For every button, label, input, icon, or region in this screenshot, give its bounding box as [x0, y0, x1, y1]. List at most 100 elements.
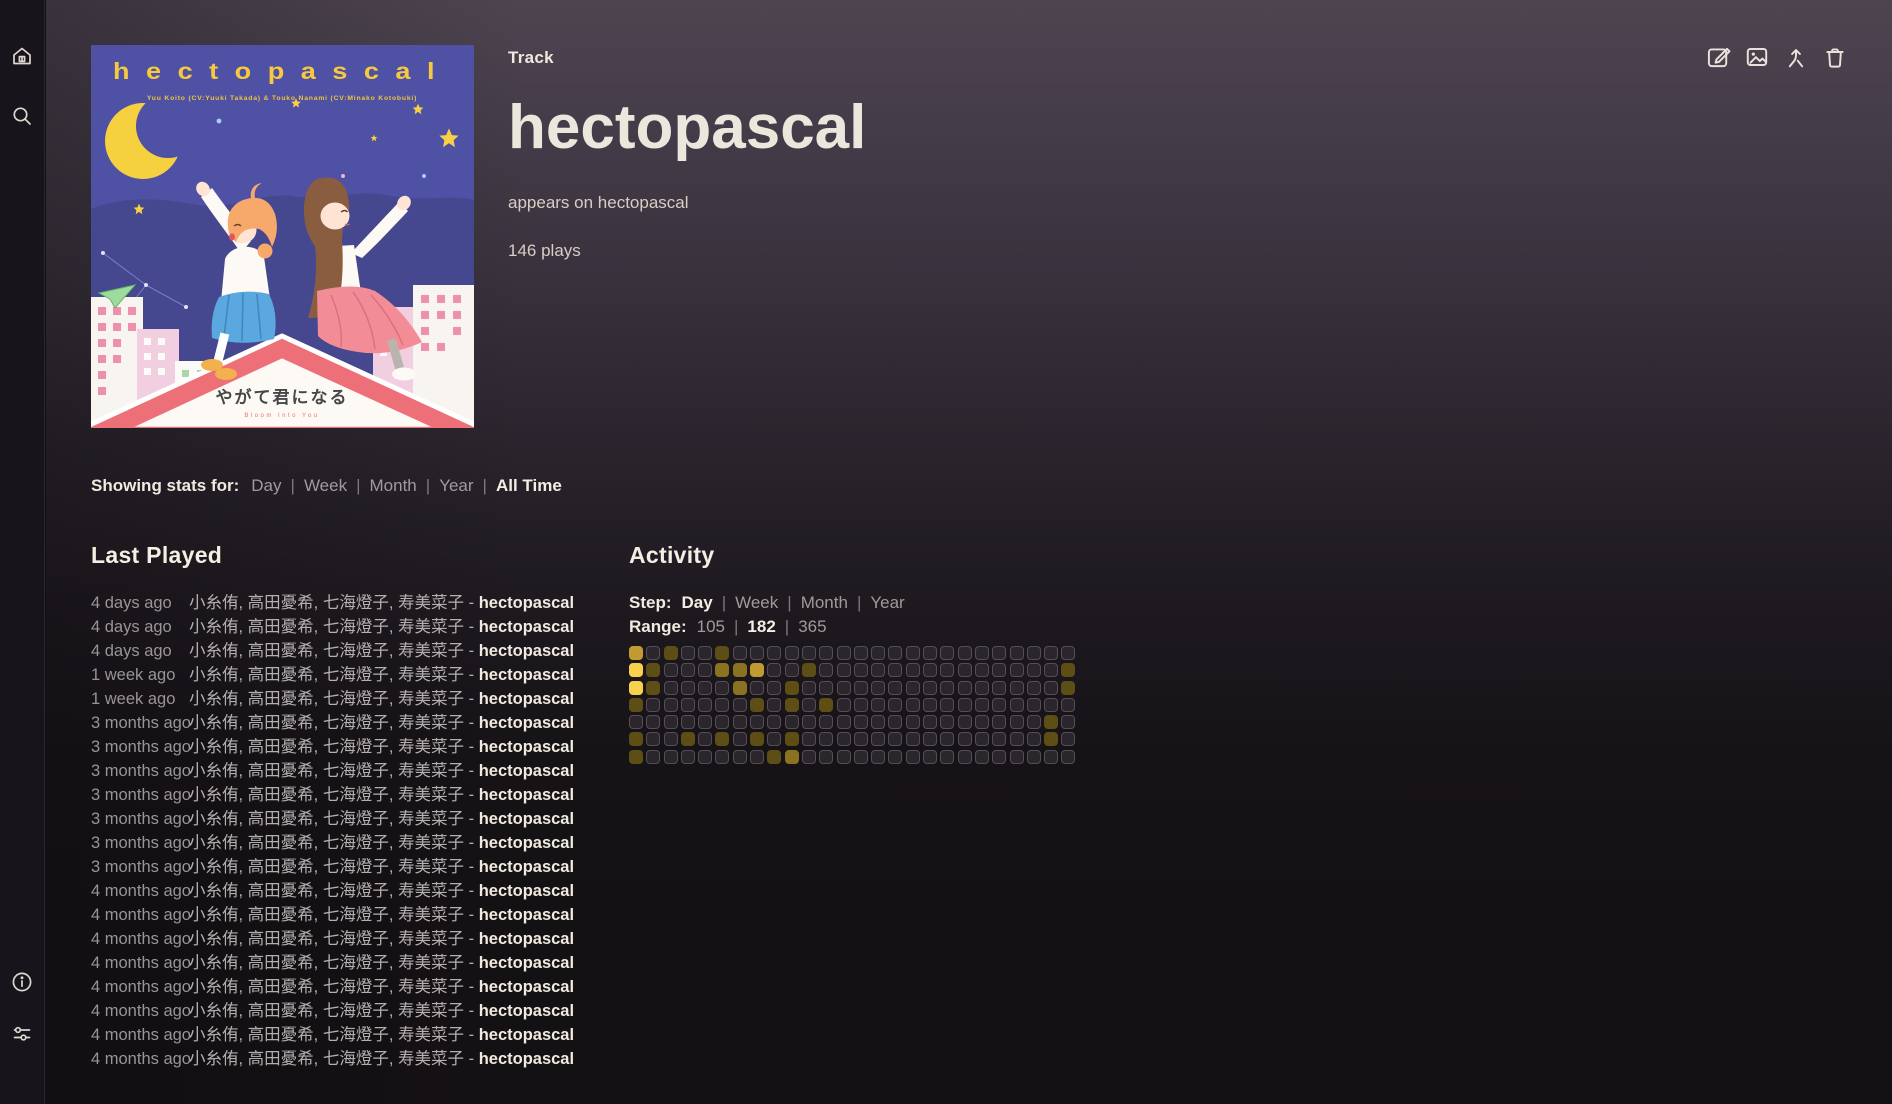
activity-day-cell[interactable] — [750, 732, 764, 746]
activity-day-cell[interactable] — [871, 750, 885, 764]
activity-day-cell[interactable] — [681, 681, 695, 695]
activity-day-cell[interactable] — [664, 681, 678, 695]
activity-day-cell[interactable] — [1010, 663, 1024, 677]
activity-day-cell[interactable] — [733, 646, 747, 660]
activity-day-cell[interactable] — [940, 663, 954, 677]
activity-day-cell[interactable] — [923, 681, 937, 695]
activity-day-cell[interactable] — [785, 715, 799, 729]
activity-day-cell[interactable] — [940, 732, 954, 746]
activity-day-cell[interactable] — [923, 646, 937, 660]
activity-day-cell[interactable] — [940, 646, 954, 660]
activity-day-cell[interactable] — [819, 681, 833, 695]
activity-day-cell[interactable] — [767, 750, 781, 764]
activity-day-cell[interactable] — [629, 715, 643, 729]
activity-day-cell[interactable] — [819, 732, 833, 746]
activity-day-cell[interactable] — [1061, 750, 1075, 764]
activity-day-cell[interactable] — [1010, 681, 1024, 695]
activity-day-cell[interactable] — [854, 663, 868, 677]
activity-day-cell[interactable] — [785, 681, 799, 695]
activity-day-cell[interactable] — [1027, 732, 1041, 746]
activity-day-cell[interactable] — [733, 732, 747, 746]
artist-links[interactable]: 小糸侑, 高田憂希, 七海燈子, 寿美菜子 — [189, 714, 464, 732]
activity-day-cell[interactable] — [750, 681, 764, 695]
activity-day-cell[interactable] — [698, 663, 712, 677]
artist-links[interactable]: 小糸侑, 高田憂希, 七海燈子, 寿美菜子 — [189, 834, 464, 852]
activity-day-cell[interactable] — [1027, 646, 1041, 660]
activity-day-cell[interactable] — [837, 646, 851, 660]
activity-day-cell[interactable] — [1044, 646, 1058, 660]
activity-day-cell[interactable] — [871, 646, 885, 660]
activity-day-cell[interactable] — [629, 681, 643, 695]
activity-day-cell[interactable] — [802, 732, 816, 746]
artist-links[interactable]: 小糸侑, 高田憂希, 七海燈子, 寿美菜子 — [189, 930, 464, 948]
activity-day-cell[interactable] — [629, 732, 643, 746]
activity-day-cell[interactable] — [1061, 698, 1075, 712]
activity-day-cell[interactable] — [733, 663, 747, 677]
activity-day-cell[interactable] — [837, 715, 851, 729]
activity-day-cell[interactable] — [646, 681, 660, 695]
activity-day-cell[interactable] — [854, 681, 868, 695]
activity-day-cell[interactable] — [681, 663, 695, 677]
track-link[interactable]: hectopascal — [479, 690, 574, 708]
activity-day-cell[interactable] — [1061, 681, 1075, 695]
activity-day-cell[interactable] — [958, 681, 972, 695]
activity-day-cell[interactable] — [715, 732, 729, 746]
activity-day-cell[interactable] — [992, 663, 1006, 677]
artist-links[interactable]: 小糸侑, 高田憂希, 七海燈子, 寿美菜子 — [189, 786, 464, 804]
activity-day-cell[interactable] — [767, 732, 781, 746]
activity-day-cell[interactable] — [629, 663, 643, 677]
activity-day-cell[interactable] — [940, 750, 954, 764]
activity-day-cell[interactable] — [646, 750, 660, 764]
activity-day-cell[interactable] — [906, 750, 920, 764]
activity-day-cell[interactable] — [888, 750, 902, 764]
delete-icon[interactable] — [1822, 44, 1848, 70]
activity-day-cell[interactable] — [681, 646, 695, 660]
activity-day-cell[interactable] — [854, 732, 868, 746]
activity-day-cell[interactable] — [1010, 732, 1024, 746]
activity-day-cell[interactable] — [664, 646, 678, 660]
activity-day-cell[interactable] — [819, 663, 833, 677]
activity-day-cell[interactable] — [750, 663, 764, 677]
range-option-105[interactable]: 105 — [697, 617, 725, 636]
stats-option-year[interactable]: Year — [439, 476, 473, 495]
activity-day-cell[interactable] — [767, 646, 781, 660]
activity-day-cell[interactable] — [750, 698, 764, 712]
activity-day-cell[interactable] — [1010, 646, 1024, 660]
track-link[interactable]: hectopascal — [479, 1026, 574, 1044]
activity-day-cell[interactable] — [1061, 715, 1075, 729]
activity-day-cell[interactable] — [664, 750, 678, 764]
activity-day-cell[interactable] — [819, 715, 833, 729]
activity-day-cell[interactable] — [698, 698, 712, 712]
activity-day-cell[interactable] — [646, 715, 660, 729]
track-link[interactable]: hectopascal — [479, 642, 574, 660]
activity-day-cell[interactable] — [1027, 698, 1041, 712]
activity-day-cell[interactable] — [629, 750, 643, 764]
appears-on-album-link[interactable]: hectopascal — [598, 193, 689, 212]
activity-day-cell[interactable] — [733, 715, 747, 729]
activity-day-cell[interactable] — [1010, 715, 1024, 729]
activity-day-cell[interactable] — [819, 698, 833, 712]
track-link[interactable]: hectopascal — [479, 834, 574, 852]
activity-day-cell[interactable] — [1044, 698, 1058, 712]
activity-day-cell[interactable] — [698, 646, 712, 660]
activity-day-cell[interactable] — [888, 646, 902, 660]
activity-day-cell[interactable] — [871, 698, 885, 712]
artist-links[interactable]: 小糸侑, 高田憂希, 七海燈子, 寿美菜子 — [189, 690, 464, 708]
track-link[interactable]: hectopascal — [479, 714, 574, 732]
activity-day-cell[interactable] — [1010, 750, 1024, 764]
activity-day-cell[interactable] — [837, 732, 851, 746]
activity-day-cell[interactable] — [1061, 732, 1075, 746]
activity-day-cell[interactable] — [854, 715, 868, 729]
merge-icon[interactable] — [1783, 44, 1809, 70]
artist-links[interactable]: 小糸侑, 高田憂希, 七海燈子, 寿美菜子 — [189, 858, 464, 876]
activity-day-cell[interactable] — [1010, 698, 1024, 712]
track-link[interactable]: hectopascal — [479, 666, 574, 684]
activity-day-cell[interactable] — [750, 646, 764, 660]
activity-day-cell[interactable] — [1027, 715, 1041, 729]
artist-links[interactable]: 小糸侑, 高田憂希, 七海燈子, 寿美菜子 — [189, 1026, 464, 1044]
track-link[interactable]: hectopascal — [479, 954, 574, 972]
activity-day-cell[interactable] — [975, 715, 989, 729]
settings-sliders-icon[interactable] — [10, 1022, 34, 1046]
activity-day-cell[interactable] — [992, 698, 1006, 712]
activity-day-cell[interactable] — [681, 715, 695, 729]
